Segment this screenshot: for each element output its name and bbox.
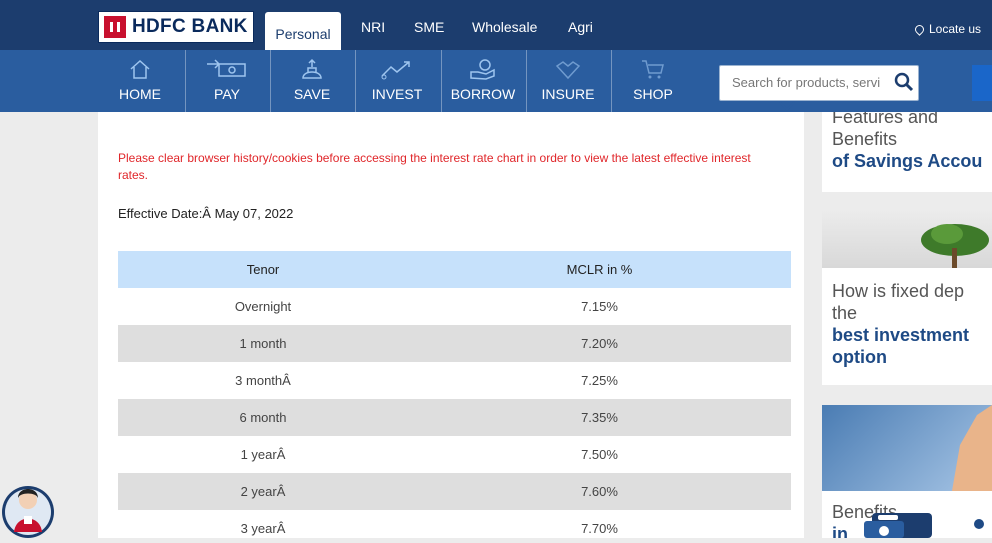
nav-item-home[interactable]: HOME xyxy=(99,50,181,112)
rate-cell: 7.60% xyxy=(408,473,791,510)
tab-personal[interactable]: Personal xyxy=(265,12,341,50)
hand-image xyxy=(822,405,992,491)
hdfc-logo-mark-icon xyxy=(104,16,126,38)
location-pin-icon xyxy=(913,22,926,36)
rate-cell: 7.35% xyxy=(408,399,791,436)
column-header-tenor: Tenor xyxy=(118,251,408,288)
pay-icon xyxy=(207,59,246,77)
shop-icon xyxy=(642,60,664,79)
nav-item-borrow[interactable]: BORROW xyxy=(441,50,524,112)
nav-item-save[interactable]: SAVE xyxy=(270,50,353,112)
locate-us-label: Locate us xyxy=(929,22,982,36)
card-text: Benefits xyxy=(832,129,898,149)
card-text: the xyxy=(832,303,858,323)
table-row: 3 monthÂ 7.25% xyxy=(118,362,791,399)
hand-icon xyxy=(952,405,992,491)
tenor-cell: 6 month xyxy=(118,399,408,436)
mclr-table: Tenor MCLR in % Overnight 7.15% 1 month 7.… xyxy=(118,251,791,538)
table-row: 3 yearÂ 7.70% xyxy=(118,510,791,538)
search-icon[interactable] xyxy=(894,72,914,92)
nav-item-shop[interactable]: SHOP xyxy=(611,50,694,112)
save-icon xyxy=(302,58,322,79)
close-icon[interactable] xyxy=(778,100,796,112)
top-bar: HDFC BANK Personal NRI SME Wholesale Agr… xyxy=(0,0,992,50)
nav-label: BORROW xyxy=(450,86,516,102)
mclr-modal: Please clear browser history/cookies bef… xyxy=(98,112,804,538)
tenor-cell: Overnight xyxy=(234,299,292,314)
nav-item-pay[interactable]: PAY xyxy=(185,50,268,112)
search-input[interactable] xyxy=(720,66,892,98)
chat-assistant-button[interactable] xyxy=(0,470,60,538)
tab-nri[interactable]: NRI xyxy=(361,19,385,35)
card-title: option xyxy=(832,347,887,367)
tree-icon xyxy=(921,224,989,268)
nav-label: SAVE xyxy=(293,86,331,102)
table-row: 2 yearÂ 7.60% xyxy=(118,473,791,510)
table-row: 6 month 7.35% xyxy=(118,399,791,436)
rate-cell: 7.20% xyxy=(408,325,791,362)
locate-us-link[interactable]: Locate us xyxy=(913,22,982,36)
card-offer-icon xyxy=(864,513,932,538)
borrow-icon xyxy=(470,59,495,80)
table-row: 1 month 7.20% xyxy=(118,325,791,362)
rate-cell: 7.15% xyxy=(581,299,618,314)
table-row: Overnight 7.15% xyxy=(118,288,791,325)
tenor-cell: 1 month xyxy=(118,325,408,362)
card-text: Features and xyxy=(832,112,939,127)
home-icon xyxy=(130,59,150,79)
login-button[interactable] xyxy=(972,65,992,101)
card-title: best investment xyxy=(832,325,970,345)
article-card-savings[interactable]: Features and Benefits of Savings Accou xyxy=(822,112,992,192)
article-card-fixed-deposit[interactable]: How is fixed dep the best investment opt… xyxy=(822,210,992,385)
invest-icon xyxy=(381,61,410,80)
floating-offer-widget[interactable] xyxy=(860,505,940,538)
column-header-mclr: MCLR in % xyxy=(408,251,791,288)
nav-label: INVEST xyxy=(371,86,423,102)
table-row: 1 yearÂ 7.50% xyxy=(118,436,791,473)
nav-item-invest[interactable]: INVEST xyxy=(355,50,438,112)
effective-date: Effective Date:Â May 07, 2022 xyxy=(118,206,294,221)
tenor-cell: 3 yearÂ xyxy=(240,521,286,536)
search-box xyxy=(719,65,919,101)
nav-label: SHOP xyxy=(633,86,673,102)
eva-assistant-icon xyxy=(2,486,54,538)
tree-image xyxy=(822,210,992,268)
nav-label: INSURE xyxy=(541,86,595,102)
cookie-notice: Please clear browser history/cookies bef… xyxy=(118,151,751,182)
table-header-row: Tenor MCLR in % xyxy=(118,251,791,288)
tab-wholesale[interactable]: Wholesale xyxy=(472,19,537,35)
tenor-cell: 3 monthÂ xyxy=(235,373,291,388)
nav-item-insure[interactable]: INSURE xyxy=(526,50,609,112)
rate-cell: 7.25% xyxy=(581,373,618,388)
tenor-cell: 2 yearÂ xyxy=(118,473,408,510)
logo-text: HDFC BANK xyxy=(132,16,248,37)
insure-icon xyxy=(555,61,581,80)
nav-label: PAY xyxy=(214,86,240,102)
nav-label: HOME xyxy=(119,86,161,102)
card-title: of Savings Accou xyxy=(832,151,983,171)
tenor-cell: 1 yearÂ xyxy=(240,447,286,462)
tab-sme[interactable]: SME xyxy=(414,19,444,35)
rate-cell: 7.50% xyxy=(581,447,618,462)
scroll-badge-icon xyxy=(974,519,984,529)
tab-agri[interactable]: Agri xyxy=(568,19,593,35)
rate-cell: 7.70% xyxy=(581,521,618,536)
card-text: How is fixed dep xyxy=(832,281,965,301)
hdfc-logo[interactable]: HDFC BANK xyxy=(98,11,254,43)
